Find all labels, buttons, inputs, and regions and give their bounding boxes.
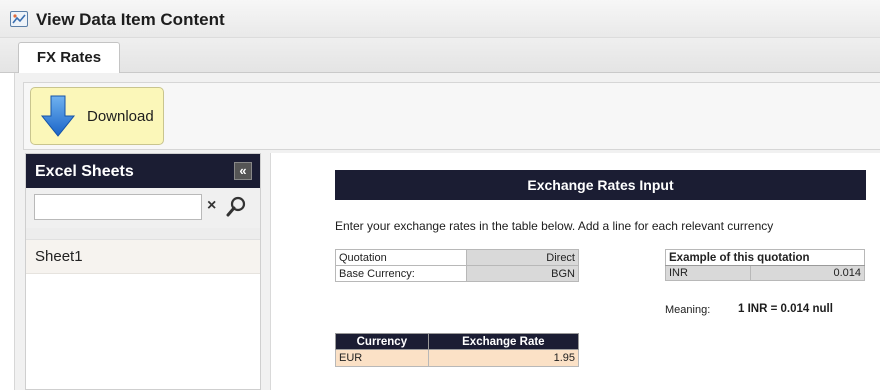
example-header: Example of this quotation [665, 249, 865, 266]
example-quotation-table: Example of this quotation INR 0.014 [664, 249, 865, 281]
search-icon[interactable] [224, 194, 250, 220]
currency-cell[interactable]: EUR [335, 349, 429, 367]
collapse-sidebar-icon[interactable]: « [234, 162, 252, 180]
clear-search-icon[interactable]: × [207, 197, 216, 215]
table-row: EUR 1.95 [335, 349, 580, 367]
toolbar: Download [23, 82, 880, 150]
column-header-exchange-rate: Exchange Rate [427, 333, 580, 350]
meaning-value: 1 INR = 0.014 null [738, 303, 833, 315]
instruction-text: Enter your exchange rates in the table b… [335, 219, 774, 233]
sidebar-title: Excel Sheets [35, 163, 134, 180]
content-area: Download Excel Sheets « × Sheet1 Exchang… [14, 73, 880, 390]
meaning-label: Meaning: [665, 304, 711, 316]
exchange-rate-cell[interactable]: 1.95 [427, 349, 580, 367]
excel-sheets-sidebar: Excel Sheets « × Sheet1 [25, 153, 261, 390]
download-arrow-icon [40, 95, 76, 137]
sheet-item-sheet1[interactable]: Sheet1 [26, 240, 260, 274]
sheet-label: Sheet1 [35, 248, 83, 265]
exchange-rates-table: Currency Exchange Rate EUR 1.95 [335, 333, 580, 367]
download-button[interactable]: Download [30, 87, 164, 145]
table-row: Quotation Direct [335, 249, 579, 266]
quotation-value: Direct [466, 249, 579, 266]
sheet-search-bar: × [26, 188, 260, 228]
exchange-rates-header: Exchange Rates Input [335, 170, 866, 200]
table-header-row: Example of this quotation [665, 249, 865, 266]
table-header-row: Currency Exchange Rate [335, 333, 580, 350]
sheet-list-spacer [26, 228, 260, 240]
sheet-search-input[interactable] [34, 194, 202, 220]
quotation-label: Quotation [335, 249, 467, 266]
table-row: INR 0.014 [664, 265, 865, 281]
base-currency-label: Base Currency: [335, 265, 467, 282]
window-titlebar: View Data Item Content [0, 0, 880, 38]
base-currency-value: BGN [466, 265, 579, 282]
example-currency: INR [664, 265, 752, 281]
quotation-table: Quotation Direct Base Currency: BGN [335, 249, 579, 282]
sidebar-header: Excel Sheets « [26, 154, 260, 188]
data-item-icon [10, 11, 28, 27]
tab-fx-rates[interactable]: FX Rates [18, 42, 120, 74]
table-row: Base Currency: BGN [335, 265, 579, 282]
tab-strip: FX Rates [0, 38, 880, 74]
column-header-currency: Currency [335, 333, 429, 350]
window-title: View Data Item Content [36, 10, 225, 29]
example-rate: 0.014 [750, 265, 865, 281]
sheet-content-panel: Exchange Rates Input Enter your exchange… [270, 153, 880, 390]
download-label: Download [87, 108, 154, 125]
